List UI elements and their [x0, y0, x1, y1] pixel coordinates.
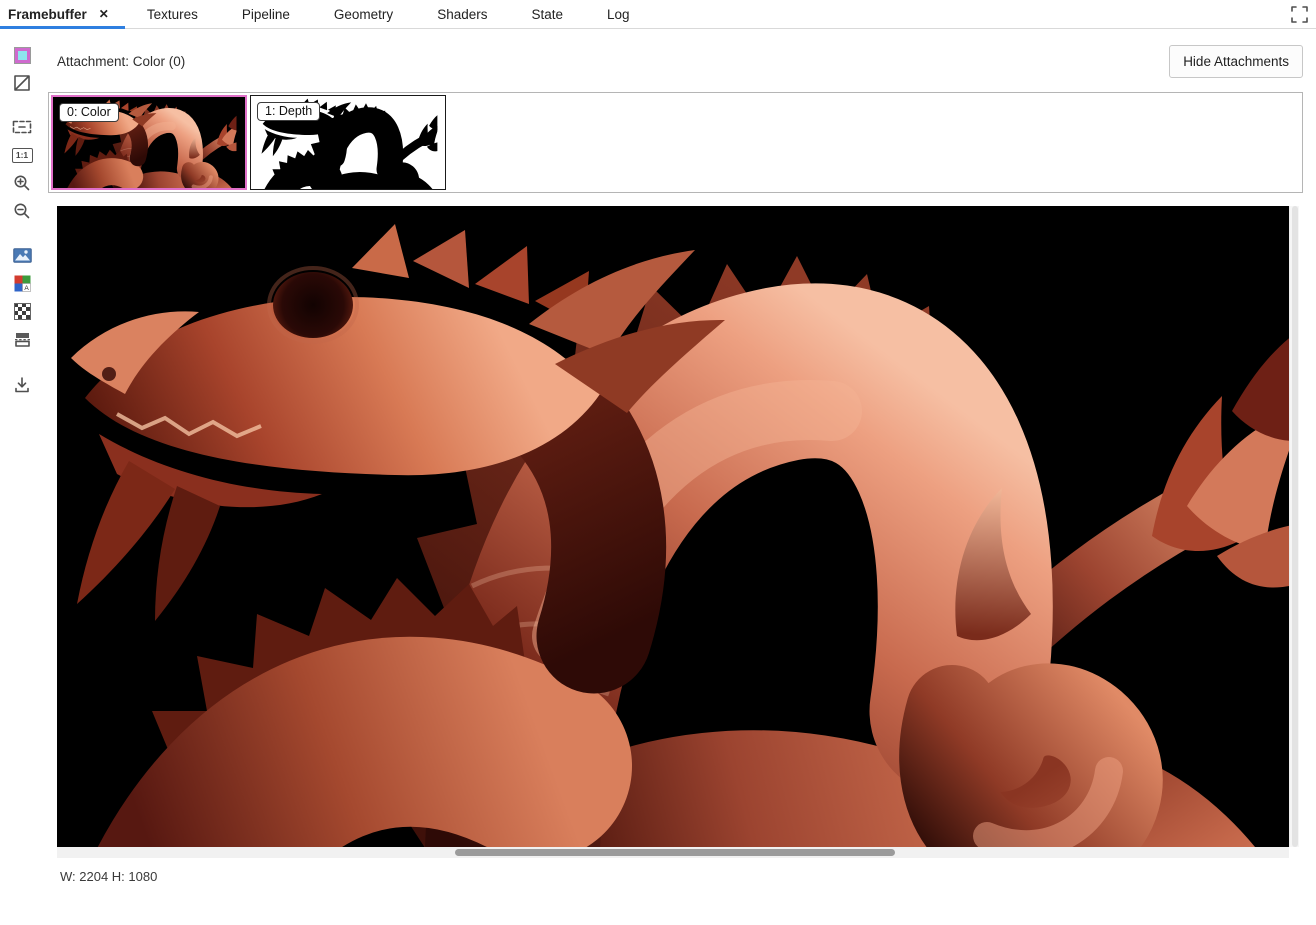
tab-framebuffer-label: Framebuffer	[8, 7, 87, 22]
fullscreen-icon[interactable]	[1288, 4, 1310, 26]
attachments-strip: 0: Color 1: Depth	[48, 92, 1303, 193]
left-toolbar: 1:1 A	[0, 30, 44, 399]
attachment-thumbnail-color[interactable]: 0: Color	[51, 95, 247, 190]
image-dimensions: W: 2204 H: 1080	[60, 869, 157, 884]
tab-log[interactable]: Log	[585, 0, 652, 28]
color-swatch-icon[interactable]	[7, 42, 37, 68]
attachment-chip: 1: Depth	[257, 102, 320, 121]
tab-textures[interactable]: Textures	[125, 0, 220, 28]
close-tab-icon[interactable]: ✕	[97, 6, 111, 22]
tab-geometry[interactable]: Geometry	[312, 0, 415, 28]
attachment-thumbnail-depth[interactable]: 1: Depth	[250, 95, 446, 190]
horizontal-scrollbar-thumb[interactable]	[455, 849, 895, 856]
attachment-chip: 0: Color	[59, 103, 119, 122]
zoom-in-icon[interactable]	[7, 170, 37, 196]
tab-framebuffer[interactable]: Framebuffer ✕	[0, 0, 125, 28]
zoom-fit-icon[interactable]	[7, 114, 37, 140]
framebuffer-image	[57, 206, 1289, 847]
tab-pipeline[interactable]: Pipeline	[220, 0, 312, 28]
vertical-scrollbar-thumb[interactable]	[1292, 206, 1298, 847]
attachment-label: Attachment: Color (0)	[57, 54, 185, 69]
tab-state[interactable]: State	[509, 0, 585, 28]
tab-shaders[interactable]: Shaders	[415, 0, 509, 28]
vertical-scrollbar[interactable]	[1289, 206, 1299, 847]
zoom-out-icon[interactable]	[7, 198, 37, 224]
hide-attachments-button[interactable]: Hide Attachments	[1169, 45, 1303, 78]
zoom-original-icon[interactable]: 1:1	[7, 142, 37, 168]
status-bar: W: 2204 H: 1080	[60, 869, 1316, 884]
flip-icon[interactable]	[7, 326, 37, 352]
save-icon[interactable]	[7, 372, 37, 398]
no-alpha-icon[interactable]	[7, 70, 37, 96]
channels-icon[interactable]: A	[7, 270, 37, 296]
checkerboard-icon[interactable]	[7, 298, 37, 324]
framebuffer-viewport[interactable]	[57, 206, 1289, 847]
image-icon[interactable]	[7, 242, 37, 268]
horizontal-scrollbar[interactable]	[57, 847, 1289, 858]
attachment-header: Attachment: Color (0) Hide Attachments	[44, 30, 1316, 92]
framebuffer-panel: Attachment: Color (0) Hide Attachments 0…	[44, 30, 1316, 884]
alpha-letter: A	[24, 285, 29, 292]
tab-bar: Framebuffer ✕ Textures Pipeline Geometry…	[0, 0, 1316, 29]
